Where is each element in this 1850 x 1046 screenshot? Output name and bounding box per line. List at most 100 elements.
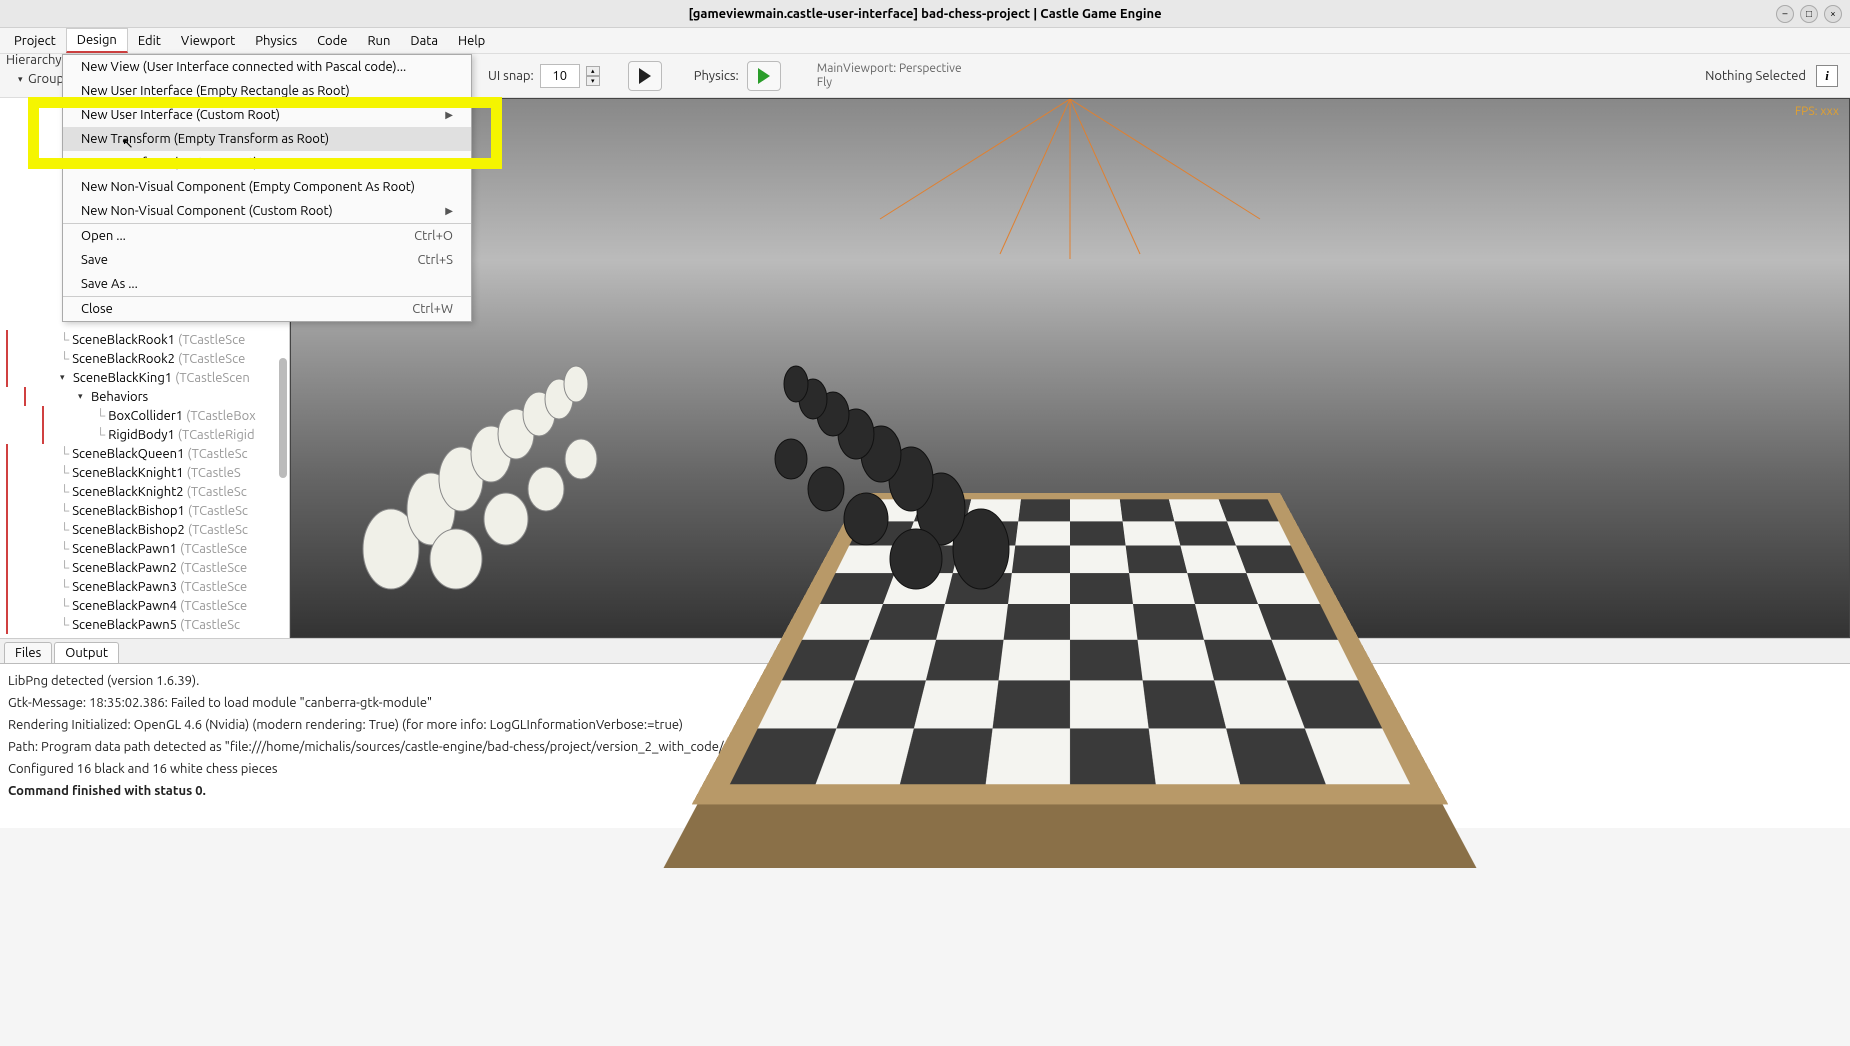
hierarchy-label: Hierarchy <box>6 53 62 67</box>
tree-bar-icon <box>6 615 8 634</box>
spinner-up-icon[interactable]: ▴ <box>586 66 600 76</box>
ui-snap-input[interactable] <box>540 64 580 88</box>
scrollbar-thumb[interactable] <box>279 358 287 478</box>
chevron-right-icon: ▶ <box>445 109 453 121</box>
chevron-right-icon: ▶ <box>445 205 453 217</box>
tree-branch-icon: └ <box>96 427 105 442</box>
tab-output[interactable]: Output <box>54 642 119 663</box>
window-title: [gameviewmain.castle-user-interface] bad… <box>688 7 1161 21</box>
group-label[interactable]: Group <box>28 72 64 86</box>
play-button[interactable] <box>628 61 662 91</box>
tree-item-type: (TCastleSc <box>187 485 247 499</box>
tree-item-type: (TCastleSc <box>180 618 240 632</box>
tree-row[interactable]: └SceneBlackBishop1 (TCastleSc <box>4 501 285 520</box>
tree-item-name: SceneBlackBishop2 <box>72 523 185 537</box>
tree-row[interactable]: ▾SceneBlackKing1 (TCastleScen <box>4 368 285 387</box>
menu-code[interactable]: Code <box>307 30 357 52</box>
tree-row[interactable]: └SceneBlackRook2 (TCastleSce <box>4 349 285 368</box>
tree-item-name: SceneBlackPawn1 <box>72 542 177 556</box>
tree-item-type: (TCastleScen <box>175 371 250 385</box>
menu-item[interactable]: New Non-Visual Component (Empty Componen… <box>63 175 471 199</box>
chevron-right-icon: ▶ <box>445 157 453 169</box>
window-controls: – □ × <box>1776 5 1842 23</box>
menubar: ProjectDesignEditViewportPhysicsCodeRunD… <box>0 28 1850 54</box>
menu-item[interactable]: CloseCtrl+W <box>63 296 471 321</box>
menu-item[interactable]: New View (User Interface connected with … <box>63 55 471 79</box>
tree-row[interactable]: └SceneBlackPawn5 (TCastleSc <box>4 615 285 634</box>
tree-item-name: SceneBlackKing1 <box>73 371 172 385</box>
tree-branch-icon: └ <box>60 541 69 556</box>
tree-row[interactable]: └SceneBlackQueen1 (TCastleSc <box>4 444 285 463</box>
tree-item-name: SceneBlackPawn5 <box>72 618 177 632</box>
play-icon <box>639 68 651 84</box>
tree-row[interactable]: └SceneBlackBishop2 (TCastleSc <box>4 520 285 539</box>
tree-row[interactable]: └SceneBlackPawn2 (TCastleSce <box>4 558 285 577</box>
fps-counter: FPS: xxx <box>1795 105 1839 118</box>
tree-row[interactable]: ▾Behaviors <box>4 387 285 406</box>
tree-item-name: SceneBlackKnight2 <box>72 485 183 499</box>
tree-bar-icon <box>6 539 8 558</box>
maximize-button[interactable]: □ <box>1800 5 1818 23</box>
tree-bar-icon <box>6 501 8 520</box>
hierarchy-tree[interactable]: └SceneBlackRook1 (TCastleSce└SceneBlackR… <box>0 328 289 636</box>
shortcut-label: Ctrl+O <box>414 229 453 243</box>
menu-edit[interactable]: Edit <box>128 30 171 52</box>
tree-item-name: SceneBlackRook2 <box>72 352 175 366</box>
menu-item[interactable]: Open ...Ctrl+O <box>63 223 471 248</box>
menu-data[interactable]: Data <box>400 30 448 52</box>
menu-item[interactable]: New User Interface (Custom Root)▶ <box>63 103 471 127</box>
tree-item-name: Behaviors <box>91 390 148 404</box>
titlebar: [gameviewmain.castle-user-interface] bad… <box>0 0 1850 28</box>
ui-snap-spinner[interactable]: ▴ ▾ <box>586 66 600 86</box>
tree-row[interactable]: └SceneBlackKnight1 (TCastleS <box>4 463 285 482</box>
menu-item[interactable]: New Non-Visual Component (Custom Root)▶ <box>63 199 471 223</box>
menu-viewport[interactable]: Viewport <box>171 30 245 52</box>
minimize-button[interactable]: – <box>1776 5 1794 23</box>
tree-row[interactable]: └SceneBlackKnight2 (TCastleSc <box>4 482 285 501</box>
menu-help[interactable]: Help <box>448 30 495 52</box>
tree-row[interactable]: └SceneBlackPawn4 (TCastleSce <box>4 596 285 615</box>
menu-item[interactable]: Save As ... <box>63 272 471 296</box>
menu-design[interactable]: Design <box>66 28 128 53</box>
tree-row[interactable]: └SceneBlackRook1 (TCastleSce <box>4 330 285 349</box>
chevron-down-icon[interactable]: ▾ <box>78 391 88 402</box>
shortcut-label: Ctrl+S <box>417 253 453 267</box>
menu-item[interactable]: New Transform (Custom Root)▶ <box>63 151 471 175</box>
tree-item-name: SceneBlackPawn3 <box>72 580 177 594</box>
tree-row[interactable]: └RigidBody1 (TCastleRigid <box>4 425 285 444</box>
tree-item-type: (TCastleSce <box>180 561 247 575</box>
tree-bar-icon <box>6 444 8 463</box>
physics-label: Physics: <box>694 69 739 83</box>
physics-play-button[interactable] <box>747 61 781 91</box>
design-menu-dropdown: New View (User Interface connected with … <box>62 54 472 322</box>
menu-item[interactable]: SaveCtrl+S <box>63 248 471 272</box>
tree-item-name: SceneBlackRook1 <box>72 333 175 347</box>
tree-bar-icon <box>6 368 8 387</box>
tab-files[interactable]: Files <box>4 642 52 663</box>
spinner-down-icon[interactable]: ▾ <box>586 76 600 86</box>
menu-physics[interactable]: Physics <box>245 30 307 52</box>
camera-gizmo-icon <box>820 99 1320 259</box>
close-button[interactable]: × <box>1824 5 1842 23</box>
viewport-info-2: Fly <box>817 76 962 90</box>
menu-project[interactable]: Project <box>4 30 66 52</box>
tree-row[interactable]: └SceneBlackPawn3 (TCastleSce <box>4 577 285 596</box>
shortcut-label: Ctrl+W <box>412 302 453 316</box>
chevron-down-icon[interactable]: ▾ <box>60 372 70 383</box>
tree-item-type: (TCastleBox <box>186 409 256 423</box>
menu-run[interactable]: Run <box>357 30 400 52</box>
menu-item[interactable]: New Transform (Empty Transform as Root) <box>63 127 471 151</box>
tree-branch-icon: └ <box>60 579 69 594</box>
chevron-down-icon[interactable]: ▾ <box>18 74 28 85</box>
viewport-3d[interactable]: FPS: xxx <box>290 98 1850 638</box>
tree-bar-icon <box>6 520 8 539</box>
tree-bar-icon <box>6 577 8 596</box>
tree-row[interactable]: └SceneBlackPawn1 (TCastleSce <box>4 539 285 558</box>
tree-branch-icon: └ <box>60 598 69 613</box>
tree-bar-icon <box>6 330 8 349</box>
menu-item[interactable]: New User Interface (Empty Rectangle as R… <box>63 79 471 103</box>
tree-row[interactable]: └BoxCollider1 (TCastleBox <box>4 406 285 425</box>
tree-item-type: (TCastleRigid <box>178 428 255 442</box>
tree-bar-icon <box>6 596 8 615</box>
info-icon[interactable]: i <box>1816 65 1838 87</box>
